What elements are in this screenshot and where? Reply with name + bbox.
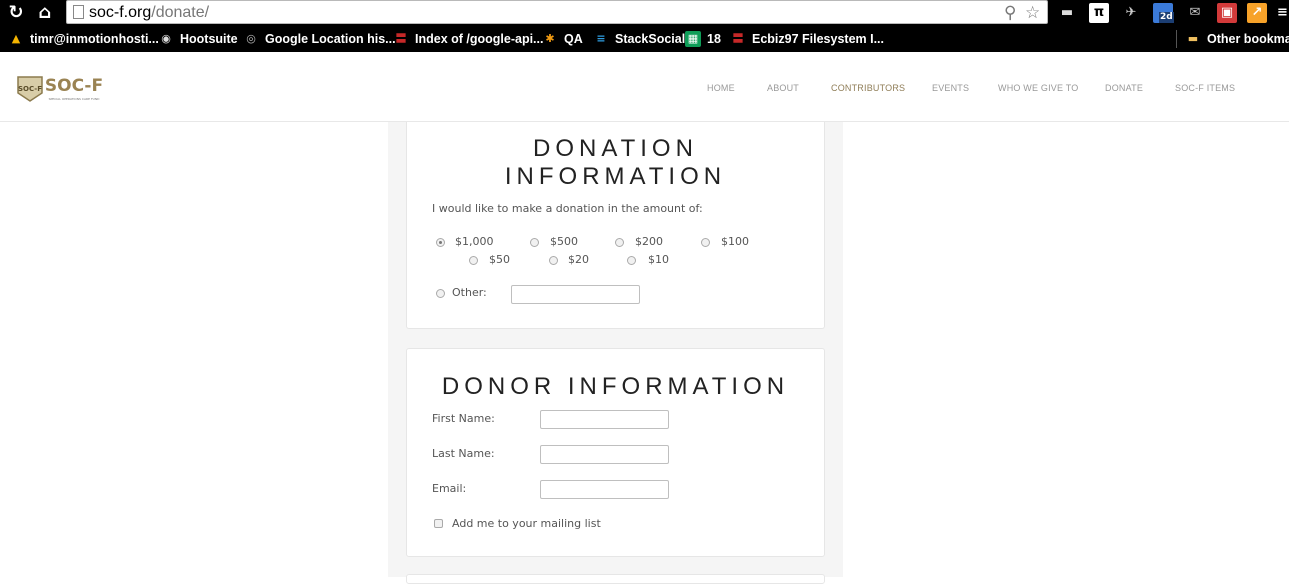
nav-soc-f-items[interactable]: SOC-F ITEMS (1175, 82, 1235, 94)
bookmark-label: StackSocial (615, 32, 686, 46)
bookmark-item[interactable]: 〓 Index of /google-api... (393, 26, 544, 52)
amount-radio-500[interactable] (530, 238, 539, 247)
email-label: Email: (432, 482, 467, 495)
mailing-list-label: Add me to your mailing list (452, 517, 601, 530)
next-card (406, 574, 825, 584)
amount-label-10: $10 (648, 253, 669, 266)
logo-shield-text: SOC-F (18, 85, 42, 93)
bookmark-item[interactable]: 〓 Ecbiz97 Filesystem I... (730, 26, 885, 52)
reload-icon[interactable]: ↻ (5, 2, 27, 24)
stack-icon: ≡ (596, 32, 606, 45)
nav-home[interactable]: HOME (707, 82, 735, 94)
nav-contributors[interactable]: CONTRIBUTORS (831, 82, 905, 94)
amount-label-1000: $1,000 (455, 235, 494, 248)
menu-icon[interactable]: ≡ (1276, 3, 1289, 23)
location-icon: ◎ (246, 32, 256, 45)
calendar-badge: 2d (1159, 12, 1174, 23)
bookmark-item[interactable]: ▦ 18 (685, 26, 721, 52)
drive-icon: ▲ (11, 32, 21, 45)
address-bar[interactable]: soc-f.org/donate/ ⚲ ☆ (66, 0, 1048, 24)
amount-radio-20[interactable] (549, 256, 558, 265)
mail-extension-icon[interactable]: ✉ (1185, 3, 1205, 23)
amount-label-20: $20 (568, 253, 589, 266)
bookmark-star-icon[interactable]: ☆ (1025, 2, 1040, 24)
owl-icon: ◉ (161, 32, 171, 45)
bookmark-item[interactable]: ▲ timr@inmotionhosti... (8, 26, 159, 52)
mailing-list-checkbox[interactable] (434, 519, 443, 528)
bookmark-label: Google Location his... (265, 32, 396, 46)
bookmark-item[interactable]: ◎ Google Location his... (243, 26, 396, 52)
bookmark-item[interactable]: ◉ Hootsuite (158, 26, 238, 52)
bookmark-label: Index of /google-api... (415, 32, 544, 46)
nav-who-we-give-to[interactable]: WHO WE GIVE TO (998, 82, 1078, 94)
donation-card: DONATION INFORMATION I would like to mak… (406, 122, 825, 329)
logo-emblem: SOC-F SOC-F SPECIAL OPERATIONS CARE FUND (17, 76, 103, 102)
last-name-input[interactable] (540, 445, 669, 464)
url-text[interactable]: soc-f.org/donate/ (89, 2, 209, 24)
analytics-extension-icon[interactable]: ↗ (1247, 3, 1267, 23)
calendar-extension-icon[interactable]: 2d (1153, 3, 1174, 23)
bookmark-label: Ecbiz97 Filesystem I... (752, 32, 885, 46)
first-name-input[interactable] (540, 410, 669, 429)
site-header: SOC-F SOC-F SPECIAL OPERATIONS CARE FUND… (0, 52, 1289, 122)
amount-radio-50[interactable] (469, 256, 478, 265)
donation-title-line2: INFORMATION (504, 163, 727, 190)
other-amount-input[interactable] (511, 285, 640, 304)
bookmarks-bar: ▲ timr@inmotionhosti... ◉ Hootsuite ◎ Googl… (0, 26, 1289, 52)
donation-title-line1: DONATION (533, 135, 698, 162)
amount-radio-200[interactable] (615, 238, 624, 247)
page-icon (73, 5, 84, 19)
folder-icon: ▬ (1187, 32, 1199, 45)
pi-extension-icon[interactable]: π (1089, 3, 1109, 23)
amount-label-200: $200 (635, 235, 663, 248)
donation-prompt: I would like to make a donation in the a… (432, 202, 703, 215)
nav-about[interactable]: ABOUT (767, 82, 799, 94)
donor-card: DONOR INFORMATION First Name: Last Name:… (406, 348, 825, 557)
other-bookmarks-label: Other bookmar (1207, 32, 1289, 46)
logo-subtext: SPECIAL OPERATIONS CARE FUND (49, 97, 101, 101)
donor-title: DONOR INFORMATION (441, 373, 790, 400)
red-stripe-icon: 〓 (732, 32, 744, 45)
red-stripe-icon: 〓 (395, 32, 407, 45)
joomla-icon: ✱ (545, 32, 555, 45)
rocket-extension-icon[interactable]: ✈ (1121, 3, 1141, 23)
bookmark-label: 18 (707, 32, 721, 46)
bookmarks-divider (1176, 30, 1177, 48)
home-icon[interactable]: ⌂ (34, 2, 56, 24)
other-bookmarks[interactable]: ▬ Other bookmar (1185, 26, 1289, 52)
last-name-label: Last Name: (432, 447, 495, 460)
bookmark-label: QA (564, 32, 583, 46)
nav-events[interactable]: EVENTS (932, 82, 969, 94)
sheets-icon: ▦ (685, 31, 701, 47)
amount-label-100: $100 (721, 235, 749, 248)
extension-bar-icon[interactable]: ▬ (1057, 3, 1077, 23)
url-host: soc-f.org (89, 4, 152, 21)
bookmark-label: Hootsuite (180, 32, 238, 46)
red-extension-icon[interactable]: ▣ (1217, 3, 1237, 23)
first-name-label: First Name: (432, 412, 495, 425)
site-logo[interactable]: SOC-F SOC-F SPECIAL OPERATIONS CARE FUND (16, 69, 104, 105)
zoom-icon[interactable]: ⚲ (1004, 2, 1016, 24)
amount-radio-10[interactable] (627, 256, 636, 265)
amount-radio-1000[interactable] (436, 238, 445, 247)
bookmark-item[interactable]: ✱ QA (542, 26, 583, 52)
amount-label-500: $500 (550, 235, 578, 248)
url-path: /donate/ (151, 4, 210, 21)
amount-label-50: $50 (489, 253, 510, 266)
amount-radio-100[interactable] (701, 238, 710, 247)
bookmark-item[interactable]: ≡ StackSocial (593, 26, 685, 52)
bookmark-label: timr@inmotionhosti... (30, 32, 159, 46)
other-label: Other: (452, 286, 487, 299)
nav-donate[interactable]: DONATE (1105, 82, 1143, 94)
email-input[interactable] (540, 480, 669, 499)
logo-text: SOC-F (45, 76, 103, 96)
amount-radio-other[interactable] (436, 289, 445, 298)
browser-toolbar: ↻ ⌂ soc-f.org/donate/ ⚲ ☆ ▬ π ✈ 2d ✉ ▣ ↗… (0, 0, 1289, 26)
